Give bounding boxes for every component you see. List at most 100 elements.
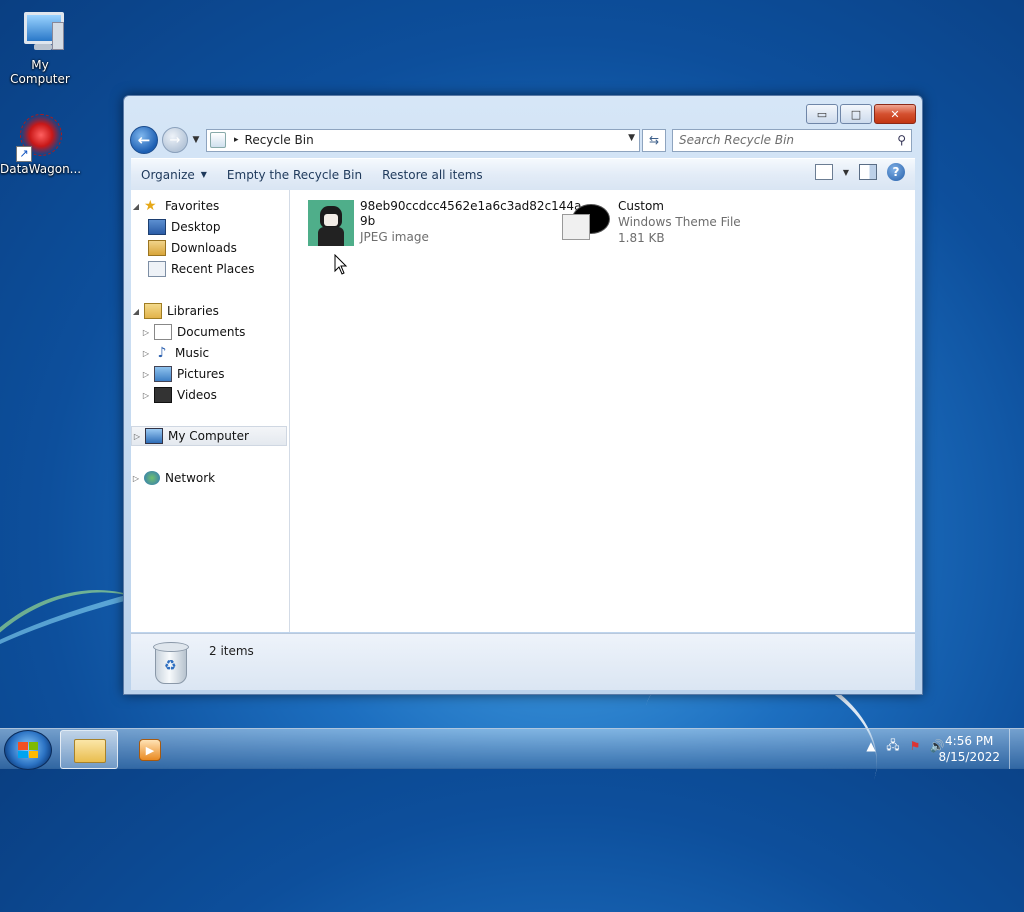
back-arrow-icon: ← <box>137 131 151 149</box>
start-button[interactable] <box>4 730 52 770</box>
notification-area: ▲ 🖧 ⚑ 🔊 <box>864 738 944 754</box>
nav-label: Libraries <box>167 304 219 318</box>
empty-recycle-bin-button[interactable]: Empty the Recycle Bin <box>217 163 372 187</box>
desktop-icon-label: My Computer <box>10 58 70 86</box>
nav-label: My Computer <box>168 429 249 443</box>
collapse-arrow-icon[interactable]: ▷ <box>141 391 151 400</box>
shortcut-arrow-icon: ↗ <box>16 146 32 162</box>
help-icon[interactable]: ? <box>887 163 905 181</box>
minimize-button[interactable]: ▭ <box>806 104 838 124</box>
desktop-icon <box>148 219 166 235</box>
image-thumbnail <box>308 200 354 246</box>
file-name: 98eb90ccdcc4562e1a6c3ad82c144a <box>360 199 582 213</box>
collapse-arrow-icon[interactable]: ▷ <box>141 328 151 337</box>
computer-icon <box>16 8 64 56</box>
nav-label: Downloads <box>171 241 237 255</box>
expand-arrow-icon[interactable]: ◢ <box>131 307 141 316</box>
collapse-arrow-icon[interactable]: ▷ <box>141 370 151 379</box>
nav-libraries[interactable]: ◢ Libraries <box>131 301 287 321</box>
nav-label: Videos <box>177 388 217 402</box>
downloads-folder-icon <box>148 240 166 256</box>
nav-pictures[interactable]: ▷ Pictures <box>141 364 297 384</box>
file-item-theme[interactable]: Custom Windows Theme File 1.81 KB <box>562 199 741 246</box>
expand-arrow-icon[interactable]: ◢ <box>131 202 141 211</box>
breadcrumb-separator[interactable]: ▸ <box>234 135 239 145</box>
nav-music[interactable]: ▷ ♪ Music <box>141 343 297 363</box>
item-count: 2 items <box>209 644 254 658</box>
taskbar: ▶ ▲ 🖧 ⚑ 🔊 4:56 PM 8/15/2022 <box>0 728 1024 770</box>
taskbar-media-player-button[interactable]: ▶ <box>120 730 176 767</box>
nav-downloads[interactable]: Downloads <box>145 238 301 258</box>
desktop-icon-label: DataWagon... <box>0 162 82 176</box>
search-icon[interactable]: ⚲ <box>897 133 906 147</box>
collapse-arrow-icon[interactable]: ▷ <box>141 349 151 358</box>
file-name: Custom <box>618 199 664 213</box>
desktop-icon-my-computer[interactable]: My Computer <box>0 8 80 86</box>
breadcrumb-recycle-bin[interactable]: Recycle Bin <box>245 133 314 147</box>
nav-my-computer[interactable]: ▷ My Computer <box>131 426 287 446</box>
folder-icon <box>74 739 106 763</box>
nav-label: Favorites <box>165 199 220 213</box>
clock-date: 8/15/2022 <box>938 750 1000 764</box>
clock-time: 4:56 PM <box>945 734 994 748</box>
address-bar[interactable]: ▸ Recycle Bin ▼ <box>206 128 640 152</box>
nav-label: Recent Places <box>171 262 255 276</box>
file-list: 98eb90ccdcc4562e1a6c3ad82c144a 9b JPEG i… <box>290 190 915 632</box>
address-dropdown-icon[interactable]: ▼ <box>628 133 635 143</box>
preview-pane-icon[interactable] <box>859 164 877 180</box>
nav-network[interactable]: ▷ Network <box>131 468 287 488</box>
nav-label: Desktop <box>171 220 221 234</box>
libraries-icon <box>144 303 162 319</box>
caption-buttons: ▭ □ ✕ <box>806 104 916 124</box>
details-pane: ♻ 2 items <box>131 633 915 690</box>
action-center-flag-icon[interactable]: ⚑ <box>908 739 922 753</box>
recycle-bin-small-icon <box>210 132 226 148</box>
nav-label: Documents <box>177 325 246 339</box>
nav-videos[interactable]: ▷ Videos <box>141 385 297 405</box>
star-icon: ★ <box>144 198 157 214</box>
videos-icon <box>154 387 172 403</box>
collapse-arrow-icon[interactable]: ▷ <box>132 432 142 441</box>
change-view-icon[interactable] <box>814 164 833 180</box>
show-desktop-button[interactable] <box>1009 729 1024 769</box>
nav-favorites[interactable]: ◢ ★ Favorites <box>131 196 287 216</box>
nav-desktop[interactable]: Desktop <box>145 217 301 237</box>
forward-button[interactable]: → <box>162 127 188 153</box>
nav-label: Music <box>175 346 210 360</box>
pictures-icon <box>154 366 172 382</box>
collapse-arrow-icon[interactable]: ▷ <box>131 474 141 483</box>
explorer-window: ▭ □ ✕ ← → ▼ ▸ Recycle Bin ▼ ⇆ Search Rec… <box>123 95 923 695</box>
nav-documents[interactable]: ▷ Documents <box>141 322 297 342</box>
nav-recent-places[interactable]: Recent Places <box>145 259 301 279</box>
search-box[interactable]: Search Recycle Bin ⚲ <box>672 128 912 152</box>
file-type: Windows Theme File <box>618 215 741 229</box>
taskbar-explorer-button[interactable] <box>60 730 118 769</box>
maximize-button[interactable]: □ <box>840 104 872 124</box>
recent-places-icon <box>148 261 166 277</box>
clock[interactable]: 4:56 PM 8/15/2022 <box>938 733 1000 765</box>
close-button[interactable]: ✕ <box>874 104 916 124</box>
windows-logo-icon <box>18 742 38 758</box>
restore-all-items-button[interactable]: Restore all items <box>372 163 493 187</box>
view-dropdown-icon[interactable]: ▼ <box>843 168 849 177</box>
file-size: 1.81 KB <box>618 231 665 245</box>
search-input[interactable]: Search Recycle Bin <box>679 133 794 147</box>
organize-label: Organize <box>141 167 195 182</box>
network-tray-icon[interactable]: 🖧 <box>886 738 900 753</box>
file-item-jpeg[interactable]: 98eb90ccdcc4562e1a6c3ad82c144a 9b JPEG i… <box>308 199 582 246</box>
organize-button[interactable]: Organize ▼ <box>131 163 217 187</box>
chevron-down-icon: ▼ <box>200 170 207 179</box>
back-button[interactable]: ← <box>130 126 158 154</box>
file-name-continued: 9b <box>360 214 376 228</box>
refresh-button[interactable]: ⇆ <box>642 128 666 152</box>
datawagon-icon: ↗ <box>16 112 64 162</box>
show-hidden-icons-icon[interactable]: ▲ <box>864 739 878 753</box>
command-bar: Organize ▼ Empty the Recycle Bin Restore… <box>131 158 915 191</box>
nav-label: Pictures <box>177 367 225 381</box>
recent-pages-dropdown[interactable]: ▼ <box>190 134 202 146</box>
desktop-icon-datawagon[interactable]: ↗ DataWagon... <box>0 112 82 176</box>
refresh-icon: ⇆ <box>648 133 660 147</box>
mouse-pointer-icon <box>334 254 348 275</box>
forward-arrow-icon: → <box>169 132 181 148</box>
computer-icon <box>145 428 163 444</box>
